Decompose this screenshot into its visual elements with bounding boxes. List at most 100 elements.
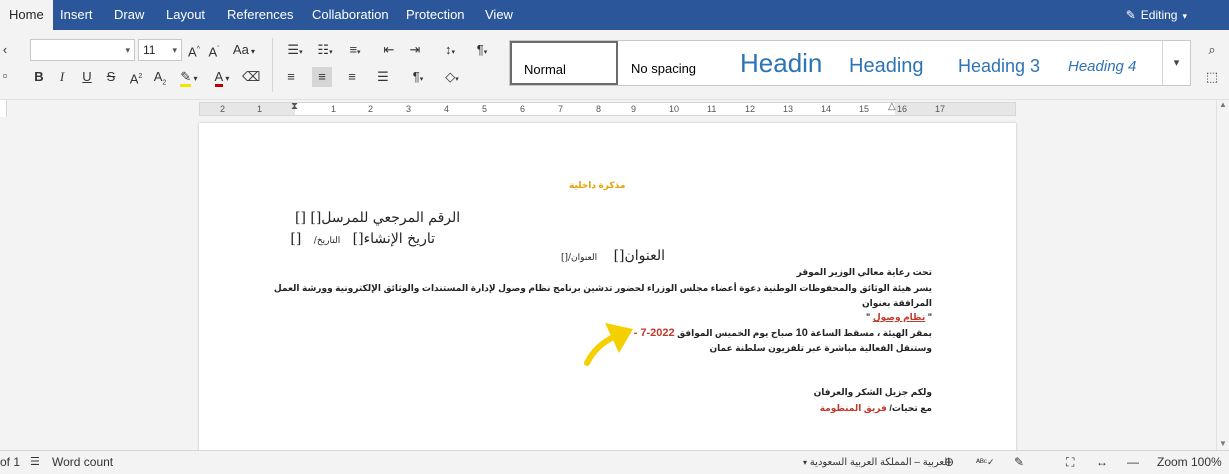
creation-date-line: تاريخ الإنشاء[] التاريخ/ [] bbox=[290, 231, 435, 247]
zoom-level[interactable]: Zoom 100% bbox=[1157, 451, 1222, 474]
ruler-label: 7 bbox=[558, 104, 564, 114]
word-count-button[interactable]: Word count bbox=[52, 451, 113, 474]
superscript-icon[interactable]: A2 bbox=[128, 67, 144, 87]
scroll-down-icon[interactable]: ▼ bbox=[1219, 439, 1227, 448]
shrink-font-icon[interactable]: Aˇ bbox=[206, 40, 222, 60]
ruler-label: 1 bbox=[257, 104, 263, 114]
tab-references[interactable]: References bbox=[227, 0, 293, 30]
multilevel-list-icon[interactable]: ≡▾ bbox=[344, 40, 366, 60]
tab-view[interactable]: View bbox=[485, 0, 513, 30]
font-size-combo[interactable]: 11 ▾ bbox=[138, 39, 182, 61]
increase-indent-icon[interactable]: ⇥ bbox=[406, 40, 424, 60]
body-paragraph-2: المرافقة بعنوان bbox=[861, 298, 932, 308]
tab-home[interactable]: Home bbox=[0, 0, 53, 30]
underline-icon[interactable]: U bbox=[80, 67, 94, 87]
tab-insert[interactable]: Insert bbox=[60, 0, 93, 30]
ruler-label: 8 bbox=[596, 104, 602, 114]
ruler-label: 2 bbox=[368, 104, 374, 114]
scroll-up-icon[interactable]: ▲ bbox=[1219, 100, 1227, 109]
ribbon: ‹ ▫ ▾ 11 ▾ A^ Aˇ Aa ▾ B I U S A2 A2 ✎ ▾ … bbox=[0, 30, 1229, 100]
align-left-icon[interactable]: ≡ bbox=[283, 67, 299, 87]
thanks-line: ولكم جزيل الشكر والعرفان bbox=[813, 387, 932, 397]
style-no-spacing[interactable]: No spacing bbox=[620, 41, 728, 85]
regards-line: مع تحيات/ فريق المنظومة bbox=[820, 403, 932, 414]
document-page[interactable]: مذكرة داخلية الرقم المرجعي للمرسل[] [] ت… bbox=[199, 123, 1016, 453]
vertical-scrollbar[interactable]: ▲ ▼ bbox=[1216, 100, 1229, 450]
quote-open: " bbox=[927, 312, 932, 322]
ruler-label: 4 bbox=[444, 104, 450, 114]
find-icon[interactable]: ⌕ bbox=[1203, 40, 1221, 60]
tab-layout[interactable]: Layout bbox=[166, 0, 205, 30]
address-line: العنوان[] العنوان/[] bbox=[561, 248, 665, 264]
subscript-icon[interactable]: A2 bbox=[152, 67, 168, 87]
select-icon[interactable]: ⬚ bbox=[1203, 67, 1221, 87]
globe-icon[interactable]: ⊕ bbox=[944, 451, 954, 474]
shading-icon[interactable]: ◇▾ bbox=[438, 67, 466, 87]
italic-icon[interactable]: I bbox=[55, 67, 69, 87]
bold-icon[interactable]: B bbox=[32, 67, 46, 87]
clipboard-icon[interactable]: ▫ bbox=[0, 66, 10, 86]
ruler-left-margin bbox=[200, 103, 295, 115]
clear-formatting-icon[interactable]: ⌫ bbox=[242, 67, 260, 87]
ruler-label: 15 bbox=[859, 104, 870, 114]
paragraph-mark-icon[interactable]: ¶▾ bbox=[470, 40, 494, 60]
align-right-icon[interactable]: ≡ bbox=[344, 67, 360, 87]
tab-collaboration[interactable]: Collaboration bbox=[312, 0, 389, 30]
font-color-icon[interactable]: A ▾ bbox=[208, 67, 236, 87]
word-count-icon[interactable]: ☰ bbox=[30, 451, 40, 474]
editing-mode-button[interactable]: ✎ Editing ▾ bbox=[1126, 0, 1187, 30]
style-heading-3[interactable]: Heading 3 bbox=[948, 41, 1056, 85]
date-end-bracket: [] bbox=[290, 231, 302, 247]
decrease-indent-icon[interactable]: ⇤ bbox=[380, 40, 398, 60]
style-normal[interactable]: Normal bbox=[510, 41, 618, 85]
fit-width-icon[interactable]: ↔ bbox=[1096, 451, 1108, 474]
page-info: of 1 bbox=[0, 455, 21, 469]
ruler-label: 16 bbox=[897, 104, 908, 114]
line-spacing-icon[interactable]: ↕▾ bbox=[438, 40, 462, 60]
chevron-down-icon: ▾ bbox=[1173, 57, 1180, 69]
address-small-label: العنوان/[] bbox=[561, 253, 598, 263]
venue-line: بمقر الهيئة ، مسقط الساعة 10 صباح يوم ال… bbox=[615, 327, 932, 339]
style-heading-4[interactable]: Heading 4 bbox=[1058, 41, 1162, 85]
style-heading-2[interactable]: Heading bbox=[840, 41, 948, 85]
zoom-out-icon[interactable]: — bbox=[1127, 451, 1139, 474]
undo-icon[interactable]: ‹ bbox=[0, 40, 10, 60]
venue-hour: 10 bbox=[795, 327, 808, 339]
editing-label: Editing bbox=[1140, 8, 1178, 22]
numbering-icon[interactable]: ☷▾ bbox=[314, 40, 336, 60]
language-selector[interactable]: العربية – المملكة العربية السعودية ▾ bbox=[803, 451, 950, 474]
change-case-icon[interactable]: Aa ▾ bbox=[229, 40, 259, 60]
quote-close: " bbox=[866, 312, 871, 322]
menu-bar: Home Insert Draw Layout References Colla… bbox=[0, 0, 1229, 30]
patronage-line: تحت رعاية معالي الوزير الموقر bbox=[796, 267, 932, 277]
venue-pre: بمقر الهيئة ، مسقط الساعة bbox=[810, 328, 932, 338]
horizontal-ruler[interactable]: 2 1 ⧗ 1 2 3 4 5 6 7 8 9 10 11 12 13 14 1… bbox=[199, 101, 1016, 116]
text-direction-icon[interactable]: ¶▾ bbox=[406, 67, 430, 87]
font-name-combo[interactable]: ▾ bbox=[30, 39, 135, 61]
text-predictions-icon[interactable]: ✎ bbox=[1014, 451, 1024, 474]
focus-mode-icon[interactable]: ⛶ bbox=[1066, 451, 1074, 474]
system-name-link: نظام وصول bbox=[872, 312, 926, 322]
ruler-label: 12 bbox=[745, 104, 756, 114]
styles-expand-button[interactable]: ▾ bbox=[1162, 41, 1190, 85]
grow-font-icon[interactable]: A^ bbox=[186, 40, 202, 60]
indent-marker-icon[interactable]: ⧗ bbox=[291, 101, 298, 112]
justify-icon[interactable]: ☰ bbox=[375, 67, 391, 87]
annotation-arrow-icon bbox=[584, 323, 633, 366]
chevron-down-icon: ▾ bbox=[125, 45, 130, 55]
chevron-down-icon: ▾ bbox=[172, 45, 177, 55]
spell-check-icon[interactable]: ᴬᴮᶜ✓ bbox=[976, 451, 995, 474]
strikethrough-icon[interactable]: S bbox=[104, 67, 118, 87]
bullets-icon[interactable]: ☰▾ bbox=[284, 40, 306, 60]
ruler-label: 10 bbox=[669, 104, 680, 114]
ruler-label: 6 bbox=[520, 104, 526, 114]
tab-protection[interactable]: Protection bbox=[406, 0, 465, 30]
right-indent-marker-icon[interactable]: △ bbox=[888, 101, 896, 112]
style-heading-1[interactable]: Headin bbox=[730, 41, 838, 85]
tab-draw[interactable]: Draw bbox=[114, 0, 144, 30]
align-center-icon[interactable]: ≡ bbox=[312, 67, 332, 87]
highlight-icon[interactable]: ✎ ▾ bbox=[176, 67, 202, 87]
ruler-label: 14 bbox=[821, 104, 832, 114]
pen-icon: ✎ bbox=[1125, 8, 1136, 22]
ruler-label: 1 bbox=[331, 104, 337, 114]
